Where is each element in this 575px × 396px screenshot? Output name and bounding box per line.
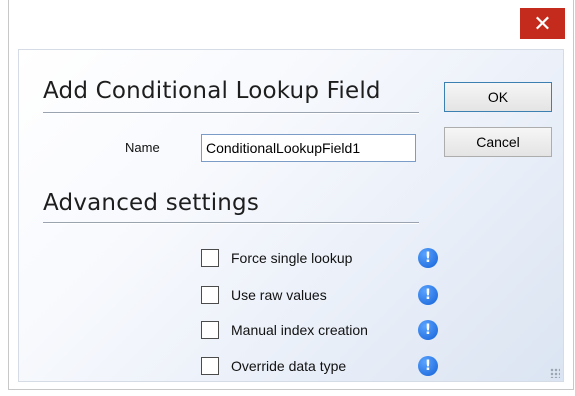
- override-data-type-checkbox[interactable]: [201, 357, 219, 375]
- title-bar[interactable]: ✕: [9, 0, 573, 47]
- force-single-lookup-label: Force single lookup: [231, 250, 353, 266]
- use-raw-values-checkbox[interactable]: [201, 286, 219, 304]
- force-single-lookup-checkbox[interactable]: [201, 249, 219, 267]
- close-icon: ✕: [533, 10, 552, 36]
- dialog-window: ✕ Add Conditional Lookup Field OK Cancel…: [8, 0, 574, 390]
- option-override-data-type[interactable]: Override data type: [201, 354, 346, 378]
- use-raw-values-label: Use raw values: [231, 287, 327, 303]
- close-button[interactable]: ✕: [520, 8, 565, 39]
- advanced-divider: [43, 222, 419, 223]
- advanced-settings-title: Advanced settings: [43, 190, 260, 216]
- resize-grip[interactable]: [550, 368, 560, 378]
- manual-index-creation-label: Manual index creation: [231, 322, 368, 338]
- name-label: Name: [125, 140, 160, 155]
- info-icon[interactable]: !: [418, 320, 438, 340]
- name-input[interactable]: [201, 134, 416, 162]
- override-data-type-label: Override data type: [231, 358, 347, 374]
- option-use-raw-values[interactable]: Use raw values: [201, 283, 327, 307]
- dialog-content: Add Conditional Lookup Field OK Cancel N…: [18, 49, 564, 382]
- ok-button[interactable]: OK: [444, 82, 552, 112]
- info-icon[interactable]: !: [418, 285, 438, 305]
- option-manual-index-creation[interactable]: Manual index creation: [201, 318, 368, 342]
- title-divider: [43, 112, 419, 113]
- cancel-button[interactable]: Cancel: [444, 127, 552, 157]
- info-icon[interactable]: !: [418, 356, 438, 376]
- manual-index-creation-checkbox[interactable]: [201, 321, 219, 339]
- option-force-single-lookup[interactable]: Force single lookup: [201, 246, 352, 270]
- page-title: Add Conditional Lookup Field: [43, 78, 381, 104]
- info-icon[interactable]: !: [418, 248, 438, 268]
